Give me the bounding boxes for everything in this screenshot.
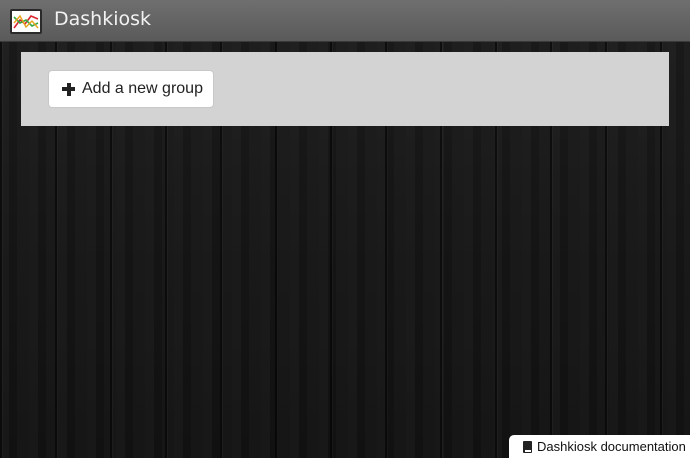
dashkiosk-logo-icon[interactable] [10,9,42,34]
top-navbar: Dashkiosk [0,0,690,42]
groups-panel: Add a new group [21,52,669,126]
plus-icon [62,82,75,96]
add-group-label: Add a new group [82,80,203,97]
book-icon [523,440,532,453]
documentation-link-label: Dashkiosk documentation [537,439,686,454]
add-group-button[interactable]: Add a new group [48,70,214,108]
documentation-link[interactable]: Dashkiosk documentation [509,435,690,458]
app-title[interactable]: Dashkiosk [54,8,151,30]
